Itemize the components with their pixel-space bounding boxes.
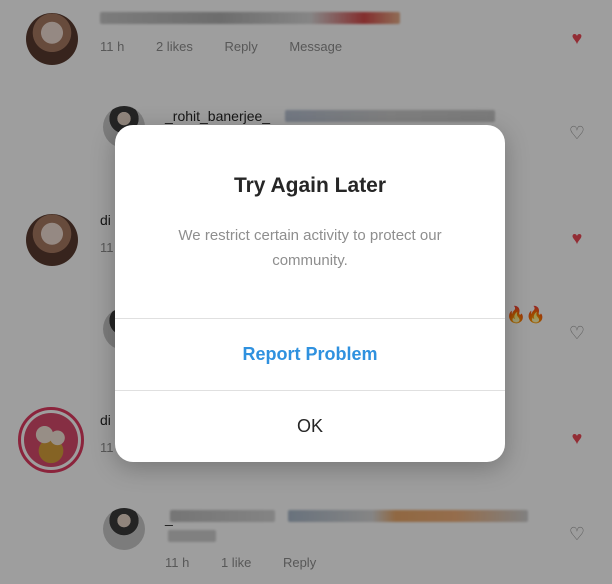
ok-button[interactable]: OK [115,391,505,462]
dialog-message: We restrict certain activity to protect … [178,227,442,269]
report-problem-button[interactable]: Report Problem [115,319,505,390]
try-again-dialog: Try Again Later We restrict certain acti… [115,125,505,462]
dialog-title: Try Again Later [233,174,387,197]
